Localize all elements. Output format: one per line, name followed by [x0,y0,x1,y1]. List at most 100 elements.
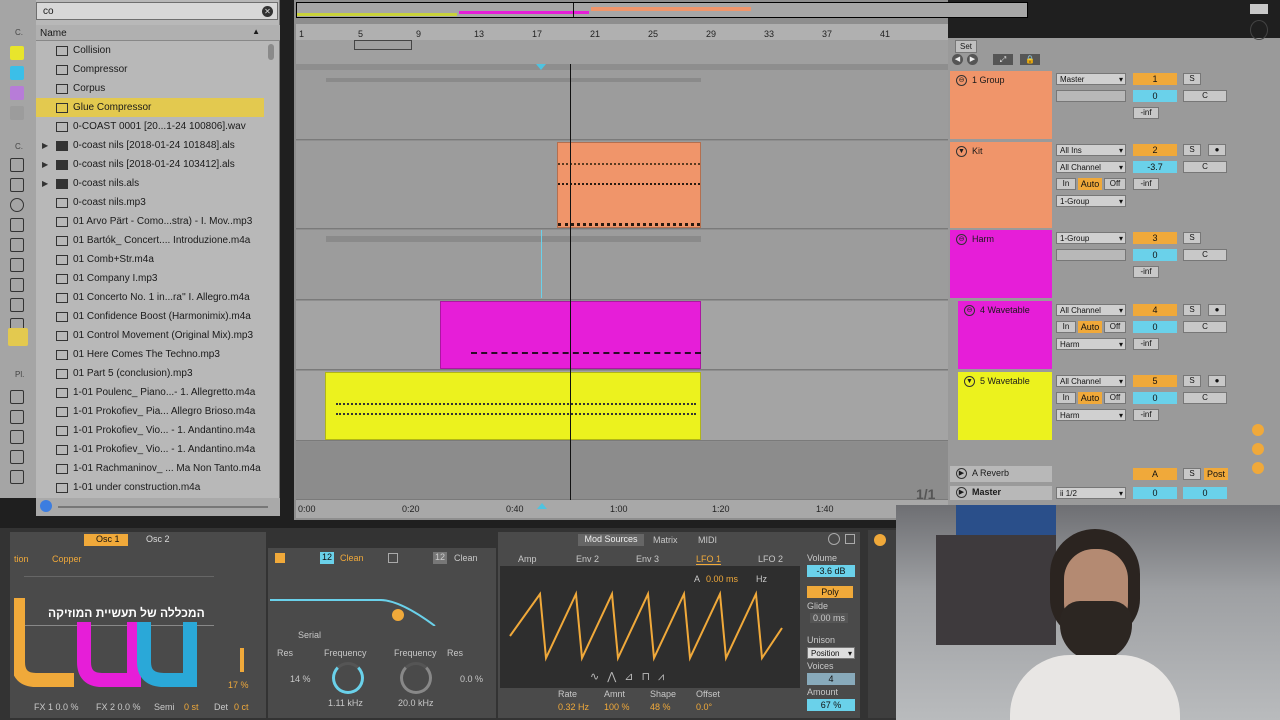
monitor-off-button[interactable]: Off [1104,178,1126,190]
next-device-edge[interactable] [868,530,896,718]
browser-item[interactable]: 01 Bartók_ Concert.... Introduzione.m4a [36,231,264,250]
filter-routing[interactable]: Serial [298,630,321,640]
plugins-icon[interactable] [10,278,24,292]
preview-icon[interactable] [40,500,52,512]
arrangement-overview[interactable] [296,2,1028,18]
output-routing-select[interactable]: 1-Group [1056,195,1126,207]
track-header-wavetable-5[interactable]: ▼ 5 Wavetable [958,372,1052,440]
master-volume[interactable]: 0 [1133,487,1177,499]
track-pan[interactable]: C [1183,392,1227,404]
lfo-attack-value[interactable]: 0.00 ms [706,574,738,584]
osc-category[interactable]: tion [14,554,29,564]
browser-item[interactable]: 1-01 Poulenc_ Piano...- 1. Allegretto.m4… [36,383,264,402]
browser-item[interactable]: 1-01 Prokofiev_ Pia... Allegro Brioso.m4… [36,402,264,421]
frequency2-knob[interactable] [400,662,432,694]
monitor-auto-button[interactable]: Auto [1078,321,1102,333]
track-pan[interactable]: C [1183,90,1227,102]
play-icon[interactable]: ▶ [956,487,967,498]
detune-value[interactable]: 0 ct [234,702,249,712]
monitor-in-button[interactable]: In [1056,392,1076,404]
search-input[interactable]: co ✕ [36,2,278,20]
voices-value[interactable]: 4 [807,673,855,685]
instruments-icon[interactable] [10,198,24,212]
browser-item[interactable]: 01 Part 5 (conclusion).mp3 [36,364,264,383]
search-results-icon[interactable] [8,328,28,346]
loop-bar[interactable] [296,40,948,64]
solo-button[interactable]: S [1183,232,1201,244]
mod-tab[interactable]: Amp [518,554,537,564]
packs-icon[interactable] [10,390,24,404]
mod-tab[interactable]: Env 3 [636,554,659,564]
browser-item[interactable]: Compressor [36,60,264,79]
collection-purple-icon[interactable] [10,86,24,100]
filter1-slope[interactable]: 12 [320,552,334,564]
amount-value[interactable]: 67 % [807,699,855,711]
overview-zoom-icon[interactable] [1250,20,1268,40]
arm-button[interactable]: ● [1208,375,1226,387]
poly-button[interactable]: Poly [807,586,853,598]
browser-item[interactable]: 1-01 under construction.m4a [36,478,264,497]
output-routing-select[interactable]: Harm [1056,409,1126,421]
input-channel-select[interactable]: All Channel [1056,161,1126,173]
solo-button[interactable]: S [1183,144,1201,156]
glide-value[interactable]: 0.00 ms [810,613,849,623]
monitor-in-button[interactable]: In [1056,321,1076,333]
clear-search-icon[interactable]: ✕ [262,6,273,17]
track-header-1-group[interactable]: ⊖ 1 Group [950,71,1052,139]
browser-item[interactable]: 1-01 Prokofiev_ Vio... - 1. Andantino.m4… [36,440,264,459]
track-lane-harm[interactable] [296,230,948,300]
track-volume[interactable]: 0 [1133,249,1177,261]
folder-icon[interactable] [10,470,24,484]
track-activator-button[interactable]: 3 [1133,232,1177,244]
osc-gain-slider[interactable] [240,648,244,672]
filter1-toggle[interactable] [275,553,285,563]
bar-ruler[interactable] [296,24,948,40]
solo-button[interactable]: S [1183,468,1201,480]
input-channel-select[interactable]: All Channel [1056,375,1126,387]
browser-item[interactable]: Collision [36,41,264,60]
output-routing-select[interactable]: Master [1056,73,1126,85]
device-on-icon[interactable] [874,534,886,546]
track-volume[interactable]: -3.7 [1133,161,1177,173]
res2-value[interactable]: 0.0 % [460,674,483,684]
frequency-knob[interactable] [332,662,364,694]
io-toggle-icon[interactable] [1252,424,1264,436]
browser-item[interactable]: ▶ 0-coast nils [2018-01-24 101848].als [36,136,264,155]
monitor-off-button[interactable]: Off [1104,392,1126,404]
fx1-value[interactable]: FX 1 0.0 % [34,702,79,712]
track-pan[interactable]: C [1183,161,1227,173]
fold-toggle-icon[interactable]: ▼ [964,376,975,387]
collection-yellow-icon[interactable] [10,46,24,60]
unison-select[interactable]: Position [807,647,855,659]
save-preset-icon[interactable] [845,534,855,544]
arm-button[interactable]: ● [1208,144,1226,156]
fx2-value[interactable]: FX 2 0.0 % [96,702,141,712]
hot-swap-icon[interactable] [828,533,840,545]
midi-effects-icon[interactable] [10,238,24,252]
matrix-tab[interactable]: Matrix [653,535,678,545]
browser-item[interactable]: 1-01 Rachmaninov_ ... Ma Non Tanto.m4a [36,459,264,478]
lfo-param-value[interactable]: 48 % [650,702,671,712]
output-routing-select[interactable]: Harm [1056,338,1126,350]
input-channel-select[interactable]: All Channel [1056,304,1126,316]
solo-button[interactable]: S [1183,304,1201,316]
name-column-header[interactable]: Name ▲ [36,25,280,41]
track-pan[interactable]: C [1183,249,1227,261]
track-activator-button[interactable]: 5 [1133,375,1177,387]
lfo-param-value[interactable]: 0.0° [696,702,712,712]
track-volume[interactable]: 0 [1133,392,1177,404]
mod-tab[interactable]: Env 2 [576,554,599,564]
sort-arrow-icon[interactable]: ▲ [252,27,260,36]
browser-item[interactable]: 01 Company I.mp3 [36,269,264,288]
master-output-select[interactable]: ii 1/2 [1056,487,1126,499]
track-activator-button[interactable]: 2 [1133,144,1177,156]
mixer-toggle-icon[interactable] [1252,462,1264,474]
browser-item[interactable]: 1-01 Prokofiev_ Vio... - 1. Andantino.m4… [36,421,264,440]
browser-item[interactable]: 01 Concerto No. 1 in...ra'' I. Allegro.m… [36,288,264,307]
lock-icon[interactable]: 🔒 [1020,54,1040,65]
track-lane-group[interactable] [296,70,948,140]
browser-item[interactable]: 01 Confidence Boost (Harmonimix).m4a [36,307,264,326]
collection-blue-icon[interactable] [10,66,24,80]
lfo-param-value[interactable]: 100 % [604,702,630,712]
post-button[interactable]: Post [1204,468,1228,480]
